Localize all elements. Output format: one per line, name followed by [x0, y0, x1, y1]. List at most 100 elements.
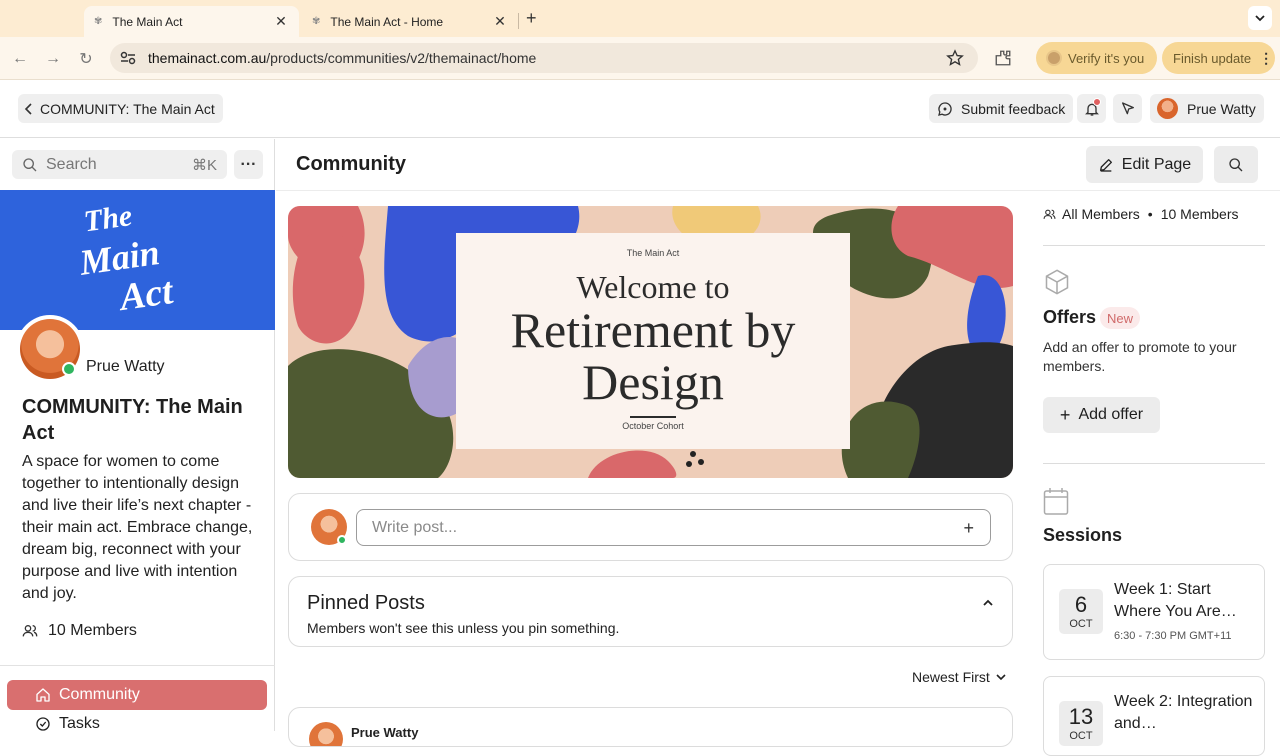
tab-close-icon[interactable]: ✕ [273, 13, 289, 30]
finish-update-button[interactable]: Finish update ⋮ [1162, 42, 1275, 74]
session-title: Week 2: Integration and… [1114, 693, 1253, 732]
add-icon[interactable]: + [963, 518, 974, 539]
post-author-name[interactable]: Prue Watty [351, 725, 418, 740]
members-link[interactable]: 10 Members [22, 622, 137, 640]
browser-tab-active[interactable]: ✾ The Main Act ✕ [84, 6, 299, 37]
finish-update-label: Finish update [1173, 50, 1252, 66]
tasks-icon [36, 717, 50, 731]
sidebar-divider [0, 665, 275, 666]
search-placeholder: Search [46, 155, 97, 173]
session-month: OCT [1069, 730, 1093, 742]
community-title: COMMUNITY: The Main Act [22, 396, 243, 444]
write-post-input[interactable]: Write post... + [356, 509, 991, 546]
all-members-link[interactable]: All Members • 10 Members [1043, 206, 1239, 222]
session-card[interactable]: 13 OCT Week 2: Integration and… [1043, 676, 1265, 756]
new-tab-icon[interactable]: + [526, 8, 537, 29]
chevron-down-icon [996, 674, 1006, 681]
new-badge: New [1100, 307, 1141, 329]
hero-line3: Design [582, 354, 724, 410]
post-author-avatar [309, 722, 343, 746]
add-offer-label: Add offer [1078, 406, 1144, 423]
write-post-placeholder: Write post... [372, 518, 458, 536]
tab-search-button[interactable] [1248, 6, 1272, 30]
page-title: Community [296, 153, 406, 175]
session-title: Week 1: Start Where You Are… [1114, 581, 1237, 620]
post-card[interactable]: Prue Watty [288, 707, 1013, 747]
submit-feedback-button[interactable]: Submit feedback [929, 94, 1074, 123]
session-month: OCT [1069, 618, 1093, 630]
hero-card: The Main Act Welcome to Retirement by De… [456, 233, 850, 449]
notification-badge [1093, 98, 1101, 106]
community-logo: The Main Act [76, 199, 177, 319]
online-status-indicator [62, 362, 76, 376]
pinned-subtitle: Members won't see this unless you pin so… [307, 620, 620, 636]
all-members-label: All Members [1062, 206, 1140, 222]
session-date: 6 OCT [1059, 589, 1103, 634]
notifications-button[interactable] [1077, 94, 1106, 123]
more-options-button[interactable]: ··· [234, 150, 263, 179]
session-card[interactable]: 6 OCT Week 1: Start Where You Are… 6:30 … [1043, 564, 1265, 660]
url-domain: themainact.com.au [148, 50, 267, 66]
sort-label: Newest First [912, 669, 990, 685]
sort-dropdown[interactable]: Newest First [912, 669, 1006, 685]
right-divider [1043, 463, 1265, 464]
edit-page-label: Edit Page [1121, 155, 1192, 173]
reload-icon[interactable]: ↻ [75, 48, 97, 70]
feedback-label: Submit feedback [961, 100, 1066, 117]
sidebar-item-community[interactable]: Community [7, 680, 267, 710]
edit-page-button[interactable]: Edit Page [1086, 146, 1203, 183]
svg-text:The: The [82, 199, 134, 238]
user-menu-button[interactable]: Prue Watty [1150, 94, 1264, 123]
more-vertical-icon: ⋮ [1259, 49, 1274, 66]
svg-text:Act: Act [115, 270, 177, 319]
site-favicon-icon: ✾ [312, 16, 321, 27]
forward-arrow-icon[interactable]: → [42, 48, 64, 70]
cursor-arrow-icon [1121, 101, 1134, 114]
add-offer-button[interactable]: + Add offer [1043, 397, 1160, 433]
extensions-icon[interactable] [994, 49, 1012, 67]
hero-line1: Welcome to [576, 269, 730, 305]
tab-close-icon[interactable]: ✕ [492, 13, 508, 30]
bookmark-star-icon[interactable] [946, 49, 964, 67]
search-button[interactable] [1214, 146, 1258, 183]
address-bar[interactable]: themainact.com.au/products/communities/v… [110, 43, 978, 73]
quick-nav-button[interactable] [1113, 94, 1142, 123]
tab-label: The Main Act [112, 14, 183, 29]
search-shortcut: ⌘K [191, 156, 217, 174]
url-text: themainact.com.au/products/communities/v… [148, 50, 536, 66]
online-status-indicator [337, 535, 347, 545]
search-input[interactable]: Search ⌘K [12, 150, 227, 179]
chevron-up-icon[interactable] [982, 597, 994, 609]
search-icon [1229, 157, 1243, 171]
back-label: COMMUNITY: The Main Act [40, 100, 215, 117]
user-avatar [1157, 98, 1178, 119]
verify-identity-button[interactable]: Verify it's you [1036, 42, 1157, 74]
site-favicon-icon: ✾ [94, 16, 103, 27]
members-icon [22, 625, 38, 637]
hero-cohort: October Cohort [622, 421, 684, 431]
browser-tab[interactable]: ✾ The Main Act - Home ✕ [302, 6, 518, 37]
back-to-community-button[interactable]: COMMUNITY: The Main Act [18, 94, 223, 123]
members-icon [1043, 209, 1056, 219]
separator-dot: • [1147, 206, 1153, 222]
home-icon [36, 688, 50, 702]
owner-name[interactable]: Prue Watty [86, 358, 165, 376]
hero-divider [630, 416, 676, 418]
pinned-title: Pinned Posts [307, 592, 425, 614]
site-settings-icon[interactable] [120, 51, 136, 65]
hero-banner: The Main Act Welcome to Retirement by De… [288, 206, 1013, 478]
members-count: 10 Members [1160, 206, 1239, 222]
sidebar-item-label: Community [59, 686, 140, 703]
right-divider [1043, 245, 1265, 246]
back-arrow-icon[interactable]: ← [9, 48, 31, 70]
offers-title: Offers [1043, 307, 1097, 327]
plus-icon: + [1059, 404, 1071, 425]
sidebar-item-tasks[interactable]: Tasks [7, 709, 267, 739]
chat-bubble-icon [938, 101, 952, 116]
pinned-posts-card[interactable]: Pinned Posts Members won't see this unle… [288, 576, 1013, 647]
session-day: 13 [1068, 704, 1094, 729]
url-path: /products/communities/v2/themainact/home [266, 50, 537, 66]
more-horizontal-icon: ··· [240, 155, 257, 173]
members-count: 10 Members [48, 622, 137, 639]
offers-description: Add an offer to promote to your members. [1043, 339, 1237, 374]
